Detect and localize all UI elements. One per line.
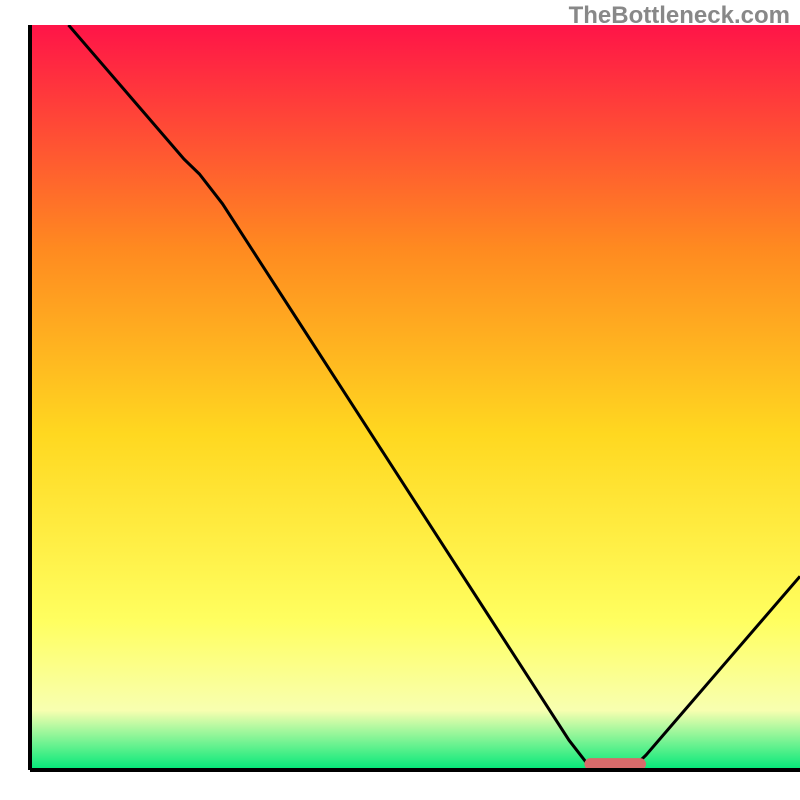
chart-svg <box>0 0 800 800</box>
gradient-background <box>30 25 800 770</box>
watermark-text: TheBottleneck.com <box>569 2 790 30</box>
bottleneck-chart: TheBottleneck.com <box>0 0 800 800</box>
